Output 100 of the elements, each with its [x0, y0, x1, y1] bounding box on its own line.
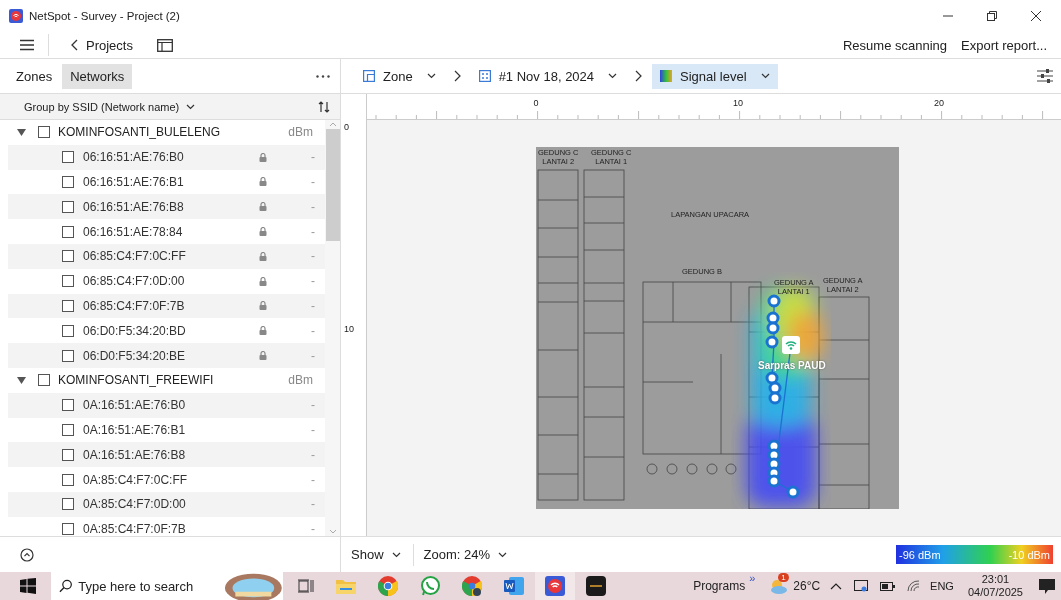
checkbox[interactable] — [38, 374, 50, 387]
survey-point[interactable] — [768, 391, 782, 405]
checkbox[interactable] — [62, 225, 74, 238]
checkbox[interactable] — [62, 250, 74, 263]
settings-sliders-icon[interactable] — [1037, 69, 1053, 83]
back-button[interactable]: Projects — [71, 37, 133, 53]
chevron-left-icon — [71, 39, 78, 51]
checkbox[interactable] — [62, 299, 74, 312]
survey-point[interactable] — [767, 294, 781, 308]
panel-tab[interactable]: Networks — [62, 63, 133, 89]
signal-value: - — [310, 175, 315, 189]
survey-point[interactable] — [766, 321, 780, 335]
chevron-down-icon — [391, 551, 401, 558]
bssid-label: 06:D0:F5:34:20:BD — [83, 323, 186, 338]
wifi-app-icon[interactable] — [545, 576, 565, 596]
notification-icon[interactable] — [1039, 578, 1055, 594]
chevron-up-icon[interactable] — [830, 582, 843, 590]
search-icon — [59, 579, 73, 593]
windows-start-icon[interactable] — [20, 578, 36, 594]
checkbox[interactable] — [62, 498, 74, 511]
signal-value: - — [310, 298, 315, 313]
breadcrumb-dropdown[interactable]: Zone — [355, 63, 444, 89]
checkbox[interactable] — [62, 151, 74, 164]
bssid-label: 06:16:51:AE:76:B1 — [83, 175, 184, 189]
monitor-icon[interactable] — [854, 579, 869, 593]
menu-icon[interactable] — [20, 39, 34, 51]
signal-value: - — [310, 348, 315, 363]
taskbar-search-box[interactable]: Type here to search — [51, 572, 283, 600]
signal-value: - — [310, 199, 315, 214]
checkbox[interactable] — [62, 324, 74, 337]
chevron-right-icon — [635, 70, 643, 82]
survey-point[interactable] — [786, 485, 800, 499]
restore-icon[interactable] — [987, 11, 997, 21]
signal-value: - — [310, 150, 315, 165]
clock-time[interactable]: 23:01 — [981, 572, 1010, 586]
close-icon[interactable] — [1031, 11, 1041, 21]
survey-point[interactable] — [766, 311, 780, 325]
wifi-icon[interactable] — [907, 580, 921, 592]
expand-caret-icon[interactable] — [17, 376, 26, 384]
word-icon[interactable] — [504, 577, 524, 595]
network-name: KOMINFOSANTI_BULELENG — [58, 125, 221, 140]
bssid-label: 06:85:C4:F7:0F:7B — [83, 298, 185, 313]
clock-date[interactable]: 04/07/2025 — [967, 586, 1023, 600]
signal-value: - — [310, 497, 315, 512]
window-title: NetSpot - Survey - Project (2) — [29, 10, 180, 22]
signal-value: - — [310, 323, 315, 338]
app-logo-icon — [9, 9, 23, 23]
network-name: KOMINFOSANTI_FREEWIFI — [58, 373, 214, 388]
checkbox[interactable] — [62, 399, 74, 412]
checkbox[interactable] — [62, 275, 74, 288]
expand-caret-icon[interactable] — [17, 128, 26, 136]
task-view-icon[interactable] — [298, 579, 314, 593]
show-dropdown[interactable]: Show — [351, 547, 401, 562]
checkbox[interactable] — [38, 126, 50, 139]
panel-tab[interactable]: Zones — [8, 63, 61, 89]
checkbox[interactable] — [62, 423, 74, 436]
bssid-label: 0A:85:C4:F7:0D:00 — [83, 497, 186, 512]
checkbox[interactable] — [62, 349, 74, 362]
chrome-icon[interactable] — [462, 576, 482, 596]
bssid-label: 0A:16:51:AE:76:B1 — [83, 422, 186, 437]
bssid-label: 0A:85:C4:F7:0F:7B — [83, 522, 186, 536]
weather-icon[interactable] — [769, 577, 790, 595]
toolbar-action[interactable]: Export report... — [961, 37, 1047, 53]
dark-app-icon[interactable] — [586, 576, 606, 596]
taskbar-search-field[interactable]: Type here to search — [78, 578, 219, 594]
survey-point[interactable] — [765, 335, 779, 349]
scrollbar-thumb[interactable] — [325, 129, 340, 241]
breadcrumb-dropdown[interactable]: #1 Nov 18, 2024 — [470, 63, 626, 89]
checkbox[interactable] — [62, 473, 74, 486]
more-icon[interactable] — [316, 74, 330, 78]
signal-value: - — [310, 522, 315, 536]
sort-icon[interactable] — [318, 100, 330, 113]
signal-value: - — [310, 447, 315, 462]
chevron-down-icon — [426, 73, 436, 79]
checkbox[interactable] — [62, 176, 74, 188]
spectrum-icon — [660, 70, 673, 82]
survey-point[interactable] — [767, 474, 781, 488]
checkbox[interactable] — [62, 448, 74, 461]
unit-label: dBm — [288, 373, 313, 388]
checkbox[interactable] — [62, 200, 74, 213]
programs-label[interactable]: Programs — [693, 579, 746, 593]
signal-value: - — [310, 274, 315, 289]
chevron-right-icon — [453, 70, 461, 82]
collapse-icon[interactable] — [20, 547, 34, 562]
chevron-text[interactable]: » — [749, 572, 756, 584]
chat-app-icon[interactable] — [420, 576, 440, 596]
language-indicator[interactable]: ENG — [930, 580, 954, 592]
unit-label: dBm — [288, 125, 313, 140]
sidebar-toggle-icon[interactable] — [156, 38, 173, 52]
chrome-icon[interactable] — [378, 576, 398, 596]
battery-icon[interactable] — [880, 581, 896, 591]
ruler-label: 0 — [344, 122, 349, 132]
toolbar-action[interactable]: Resume scanning — [842, 37, 947, 53]
chevron-down-icon — [608, 73, 618, 79]
checkbox[interactable] — [62, 523, 74, 536]
breadcrumb-dropdown[interactable]: Signal level — [652, 63, 778, 89]
survey-point[interactable] — [768, 381, 782, 395]
temperature-label[interactable]: 26°C — [793, 579, 821, 593]
zoom-dropdown[interactable]: Zoom: 24% — [423, 547, 507, 562]
survey-point[interactable] — [765, 371, 779, 385]
